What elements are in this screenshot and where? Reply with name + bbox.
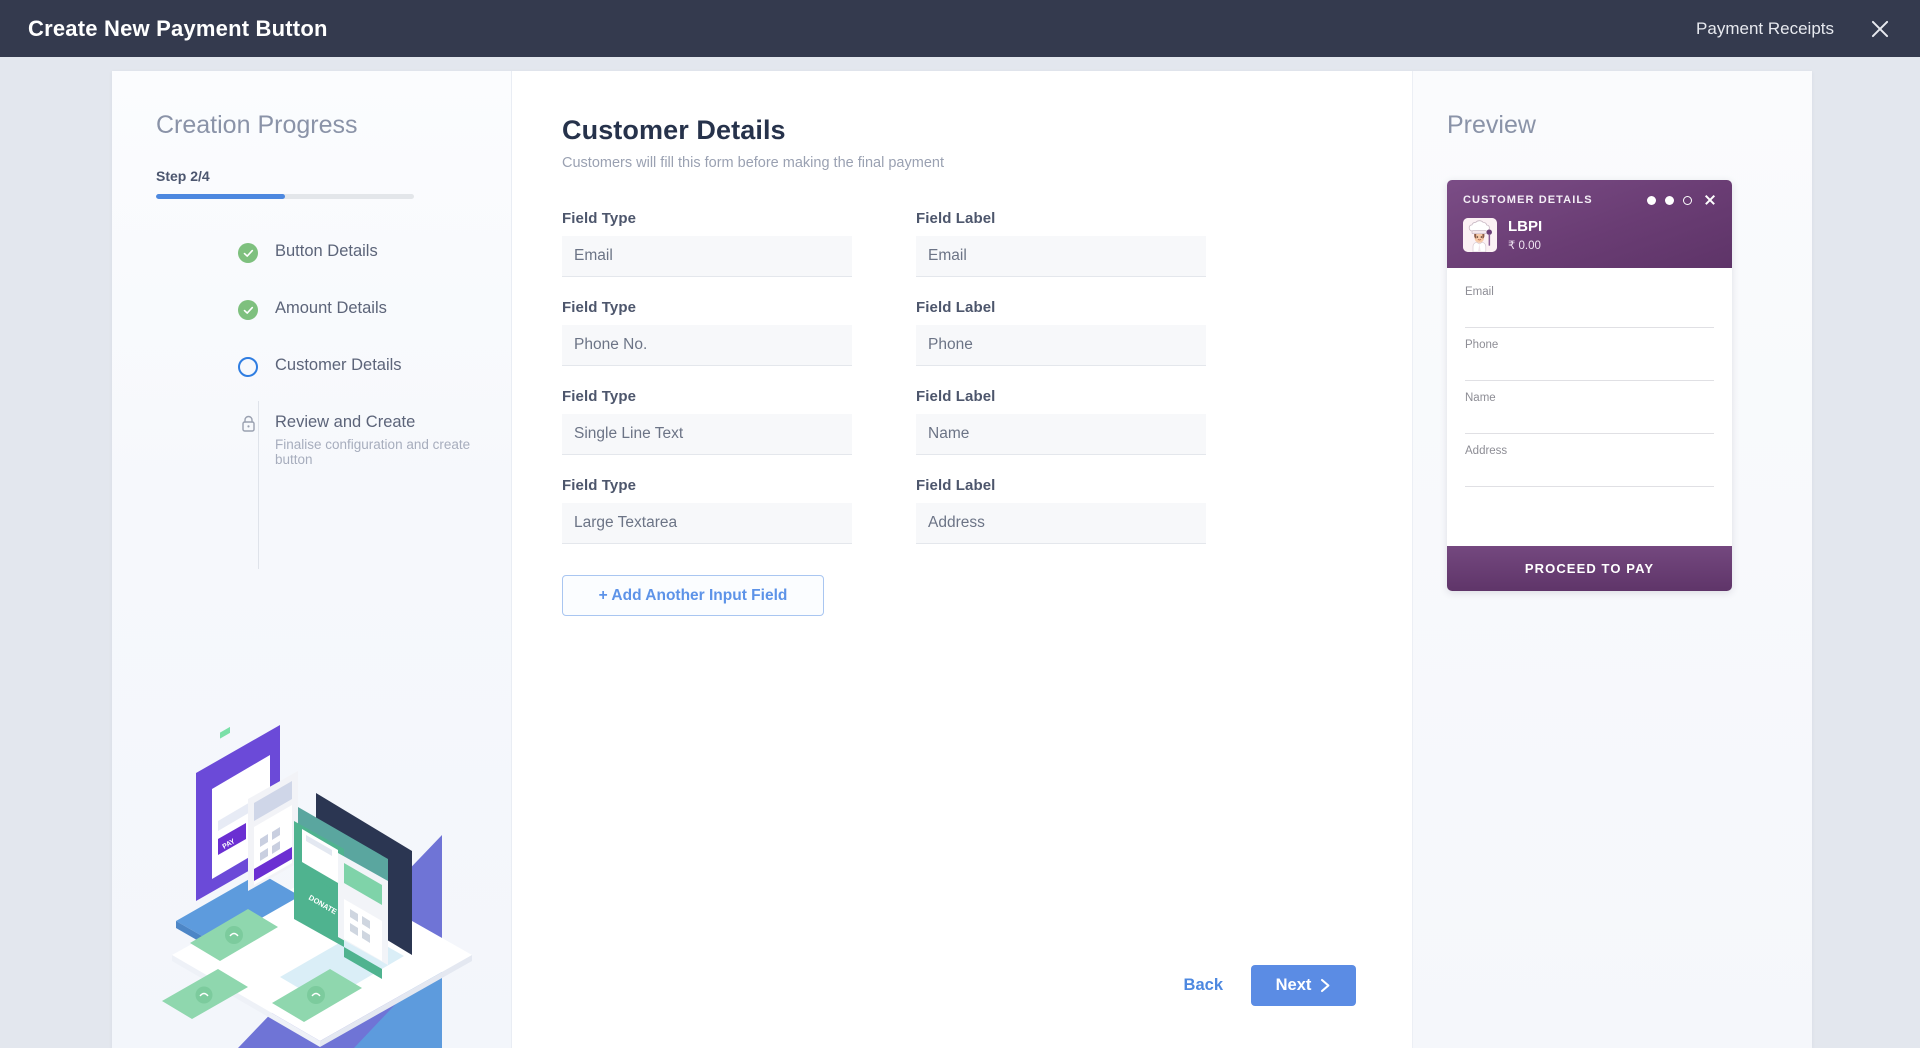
preview-field-label: Email xyxy=(1465,286,1494,298)
payment-illustration: PAY DONATE xyxy=(162,725,472,1048)
preview-field-label: Address xyxy=(1465,445,1508,457)
payment-card-step-dots xyxy=(1647,194,1716,206)
field-label-label: Field Label xyxy=(916,477,996,494)
step-label: Review and Create xyxy=(275,413,416,431)
sidebar-step-review-and-create[interactable]: Review and Create Finalise configuration… xyxy=(112,412,511,469)
preview-field-label: Phone xyxy=(1465,339,1499,351)
next-button[interactable]: Next xyxy=(1251,965,1356,1006)
next-button-label: Next xyxy=(1275,976,1312,994)
step-dot-filled-2 xyxy=(1665,195,1674,205)
creation-progress-panel: Creation Progress Step 2/4 Button Detail… xyxy=(112,71,512,1048)
step-counter: Step 2/4 xyxy=(156,168,210,184)
field-label-input-2[interactable]: Phone xyxy=(916,325,1206,366)
preview-field-underline xyxy=(1465,404,1714,434)
field-label-block-3: Field Label Name xyxy=(916,388,1206,455)
merchant-row: LBPI ₹ 0.00 xyxy=(1463,218,1716,252)
merchant-name: LBPI xyxy=(1508,218,1543,235)
step-sublabel: Finalise configuration and create button xyxy=(275,437,471,467)
field-label-label: Field Label xyxy=(916,299,996,316)
preview-field-underline xyxy=(1465,298,1714,328)
field-type-label: Field Type xyxy=(562,299,637,316)
current-step-circle-icon xyxy=(238,357,258,377)
lock-icon xyxy=(238,414,258,434)
field-label-input-1[interactable]: Email xyxy=(916,236,1206,277)
chevron-right-icon xyxy=(1321,978,1330,993)
merchant-info: LBPI ₹ 0.00 xyxy=(1508,218,1542,252)
add-another-input-field-button[interactable]: + Add Another Input Field xyxy=(562,575,824,616)
preview-field-underline xyxy=(1465,351,1714,381)
proceed-to-pay-button[interactable]: PROCEED TO PAY xyxy=(1447,546,1732,591)
check-circle-icon xyxy=(238,300,258,320)
field-type-block-4: Field Type Large Textarea xyxy=(562,477,852,544)
top-bar: Create New Payment Button Payment Receip… xyxy=(0,0,1920,57)
wizard-footer-actions: Back Next xyxy=(1184,965,1356,1006)
progress-bar-fill xyxy=(156,194,285,199)
payment-preview-card: CUSTOMER DETAILS LBPI ₹ 0.00 Email Phone… xyxy=(1447,180,1732,591)
field-label-block-4: Field Label Address xyxy=(916,477,1206,544)
preview-title: Preview xyxy=(1447,111,1536,139)
preview-field-label: Name xyxy=(1465,392,1496,404)
payment-receipts-link[interactable]: Payment Receipts xyxy=(1696,19,1834,39)
preview-field-underline xyxy=(1465,457,1714,487)
field-type-input-3[interactable]: Single Line Text xyxy=(562,414,852,455)
grid-gutter xyxy=(852,299,916,388)
grid-gutter xyxy=(852,388,916,477)
chef-avatar-icon xyxy=(1463,218,1497,252)
field-type-block-2: Field Type Phone No. xyxy=(562,299,852,366)
sidebar-step-customer-details[interactable]: Customer Details xyxy=(112,355,511,412)
preview-field-name[interactable]: Name xyxy=(1465,392,1714,434)
payment-card-header: CUSTOMER DETAILS LBPI ₹ 0.00 xyxy=(1447,180,1732,268)
page-title: Customer Details xyxy=(562,115,786,145)
wizard-shell: Creation Progress Step 2/4 Button Detail… xyxy=(112,71,1812,1048)
preview-field-phone[interactable]: Phone xyxy=(1465,339,1714,381)
step-dot-hollow-3 xyxy=(1683,195,1692,205)
field-label-input-4[interactable]: Address xyxy=(916,503,1206,544)
field-label-label: Field Label xyxy=(916,388,996,405)
sidebar-step-button-details[interactable]: Button Details xyxy=(112,241,511,298)
step-label: Customer Details xyxy=(275,356,402,374)
step-label: Button Details xyxy=(275,242,378,260)
field-label-input-3[interactable]: Name xyxy=(916,414,1206,455)
page-subtitle: Customers will fill this form before mak… xyxy=(562,155,944,171)
merchant-amount: ₹ 0.00 xyxy=(1508,240,1541,252)
field-type-label: Field Type xyxy=(562,388,637,405)
progress-bar xyxy=(156,194,414,199)
preview-panel: Preview CUSTOMER DETAILS LBPI ₹ 0.00 Ema… xyxy=(1412,71,1812,1048)
field-type-block-3: Field Type Single Line Text xyxy=(562,388,852,455)
window-title: Create New Payment Button xyxy=(28,15,328,41)
preview-field-address[interactable]: Address xyxy=(1465,445,1714,487)
grid-gutter xyxy=(852,477,916,566)
field-type-input-2[interactable]: Phone No. xyxy=(562,325,852,366)
field-type-input-4[interactable]: Large Textarea xyxy=(562,503,852,544)
field-label-label: Field Label xyxy=(916,210,996,227)
step-label: Amount Details xyxy=(275,299,387,317)
field-type-input-1[interactable]: Email xyxy=(562,236,852,277)
payment-card-header-title: CUSTOMER DETAILS xyxy=(1463,194,1593,206)
customer-details-form-panel: Customer Details Customers will fill thi… xyxy=(512,71,1412,1048)
creation-progress-title: Creation Progress xyxy=(156,111,358,139)
field-label-block-2: Field Label Phone xyxy=(916,299,1206,366)
field-type-block-1: Field Type Email xyxy=(562,210,852,277)
field-label-block-1: Field Label Email xyxy=(916,210,1206,277)
step-list: Button Details Amount Details Customer D… xyxy=(112,241,511,569)
check-circle-icon xyxy=(238,243,258,263)
field-type-label: Field Type xyxy=(562,210,637,227)
grid-gutter xyxy=(852,210,916,299)
payment-card-close-icon[interactable] xyxy=(1704,194,1716,206)
field-type-label: Field Type xyxy=(562,477,637,494)
back-button[interactable]: Back xyxy=(1184,976,1223,995)
preview-field-email[interactable]: Email xyxy=(1465,286,1714,328)
step-dot-filled-1 xyxy=(1647,195,1656,205)
top-bar-actions: Payment Receipts xyxy=(1696,17,1892,41)
field-grid: Field Type Email Field Label Email Field… xyxy=(562,210,1356,566)
sidebar-step-amount-details[interactable]: Amount Details xyxy=(112,298,511,355)
close-icon[interactable] xyxy=(1868,17,1892,41)
payment-card-body: Email Phone Name Address xyxy=(1447,268,1732,546)
payment-card-header-row: CUSTOMER DETAILS xyxy=(1463,194,1716,206)
